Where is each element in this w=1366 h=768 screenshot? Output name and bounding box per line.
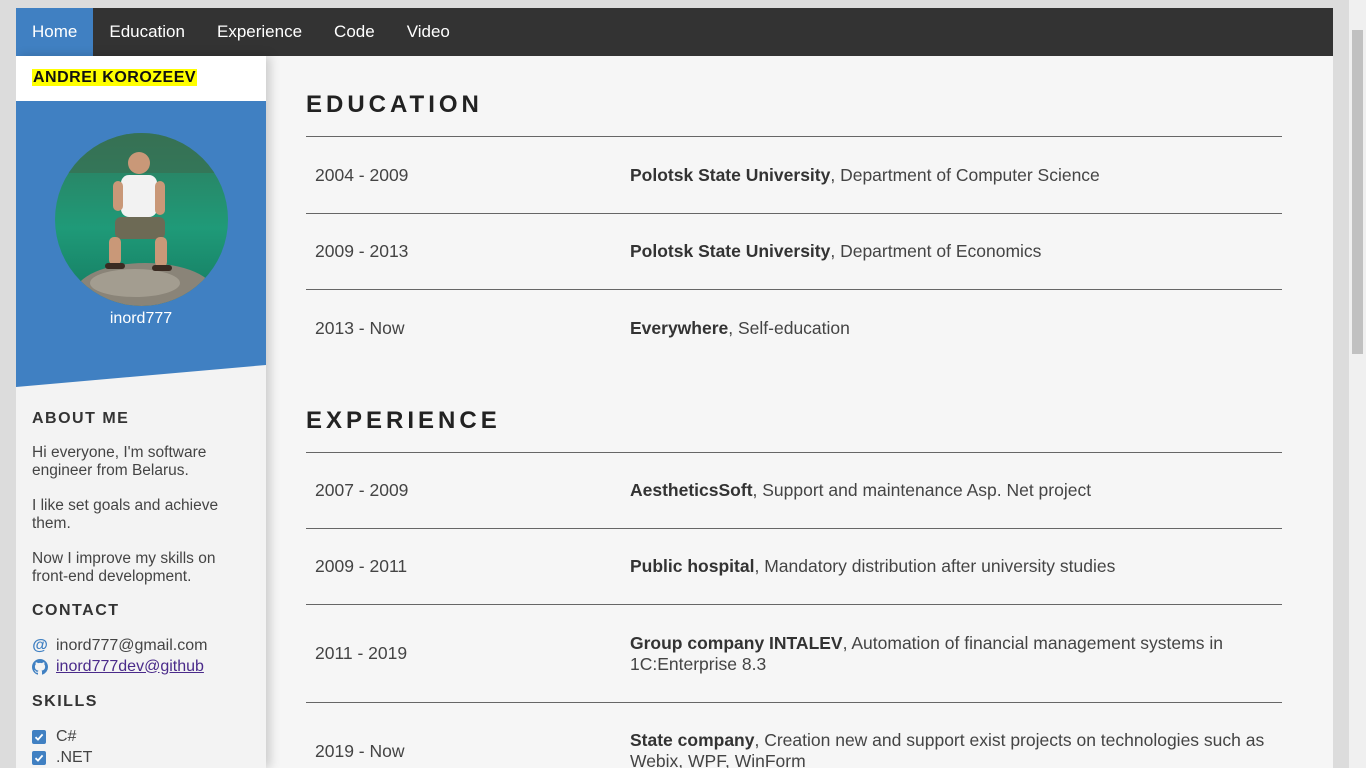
experience-detail: , Support and maintenance Asp. Net proje… — [752, 480, 1092, 500]
about-section: ABOUT ME Hi everyone, I'm software engin… — [16, 410, 266, 768]
experience-row: 2011 - 2019 Group company INTALEV, Autom… — [306, 605, 1282, 703]
contact-email-row: @ inord777@gmail.com — [32, 635, 250, 656]
page: Home Education Experience Code Video AND… — [16, 8, 1333, 768]
experience-desc: Group company INTALEV, Automation of fin… — [630, 633, 1282, 675]
education-years: 2013 - Now — [315, 317, 405, 338]
top-navbar: Home Education Experience Code Video — [16, 8, 1333, 56]
experience-row: 2019 - Now State company, Creation new a… — [306, 703, 1282, 768]
nav-video[interactable]: Video — [391, 8, 466, 56]
skill-label: .NET — [56, 748, 93, 766]
education-heading: EDUCATION — [306, 91, 483, 118]
experience-org: Group company INTALEV — [630, 632, 843, 653]
check-icon — [32, 729, 46, 744]
education-row: 2013 - Now Everywhere, Self-education — [306, 290, 1282, 366]
contact-email: inord777@gmail.com — [56, 636, 208, 654]
experience-org: State company — [630, 730, 755, 750]
experience-years: 2007 - 2009 — [315, 480, 409, 500]
check-icon — [32, 750, 46, 765]
name-strip: ANDREI KOROZEEV — [16, 56, 266, 101]
education-detail: , Department of Economics — [830, 241, 1042, 261]
experience-org: Public hospital — [630, 556, 755, 576]
experience-years: 2009 - 2011 — [315, 556, 408, 576]
education-years: 2004 - 2009 — [315, 164, 409, 185]
github-link[interactable]: inord777dev@github — [56, 658, 204, 676]
experience-row: 2007 - 2009 AestheticsSoft, Support and … — [306, 453, 1282, 529]
education-org: Polotsk State University — [630, 241, 831, 261]
skill-item: .NET — [32, 747, 250, 768]
experience-years: 2011 - 2019 — [315, 643, 408, 663]
education-org: Polotsk State University — [630, 164, 831, 185]
contact-heading: CONTACT — [32, 602, 120, 619]
scrollbar-thumb[interactable] — [1352, 30, 1363, 354]
experience-desc: Public hospital, Mandatory distribution … — [630, 556, 1282, 577]
education-org: Everywhere — [630, 317, 729, 338]
experience-org: AestheticsSoft — [630, 480, 753, 500]
about-paragraph: Hi everyone, I'm software engineer from … — [32, 444, 207, 479]
nav-education[interactable]: Education — [93, 8, 201, 56]
experience-detail: , Mandatory distribution after universit… — [754, 556, 1116, 576]
skill-label: C# — [56, 727, 77, 745]
profile-name: ANDREI KOROZEEV — [32, 69, 198, 86]
sidebar: ANDREI KOROZEEV inord777 ABOUT ME Hi eve… — [16, 56, 266, 768]
nav-experience[interactable]: Experience — [201, 8, 318, 56]
experience-row: 2009 - 2011 Public hospital, Mandatory d… — [306, 529, 1282, 605]
username: inord777 — [109, 310, 173, 327]
main-content: EDUCATION 2004 - 2009 Polotsk State Univ… — [306, 56, 1282, 768]
education-detail: , Self-education — [728, 317, 850, 338]
skill-item: C# — [32, 726, 250, 747]
at-icon: @ — [32, 636, 48, 654]
nav-code[interactable]: Code — [318, 8, 391, 56]
experience-desc: State company, Creation new and support … — [630, 730, 1282, 768]
scrollbar-track[interactable] — [1349, 0, 1366, 768]
skills-heading: SKILLS — [32, 693, 98, 710]
experience-desc: AestheticsSoft, Support and maintenance … — [630, 480, 1282, 501]
about-paragraph: Now I improve my skills on front-end dev… — [32, 550, 216, 585]
about-paragraph: I like set goals and achieve them. — [32, 497, 219, 532]
experience-years: 2019 - Now — [315, 740, 405, 761]
education-detail: , Department of Computer Science — [830, 164, 1100, 185]
education-row: 2004 - 2009 Polotsk State University, De… — [306, 137, 1282, 214]
education-row: 2009 - 2013 Polotsk State University, De… — [306, 214, 1282, 290]
education-years: 2009 - 2013 — [315, 241, 409, 261]
nav-home[interactable]: Home — [16, 8, 94, 56]
experience-heading: EXPERIENCE — [306, 407, 501, 434]
education-desc: Polotsk State University, Department of … — [630, 241, 1282, 262]
contact-github-row: inord777dev@github — [32, 656, 250, 677]
education-desc: Polotsk State University, Department of … — [630, 165, 1282, 186]
github-icon — [32, 658, 48, 675]
avatar — [55, 133, 228, 306]
profile-card: inord777 — [16, 101, 266, 387]
about-heading: ABOUT ME — [32, 410, 130, 427]
education-desc: Everywhere, Self-education — [630, 318, 1282, 339]
